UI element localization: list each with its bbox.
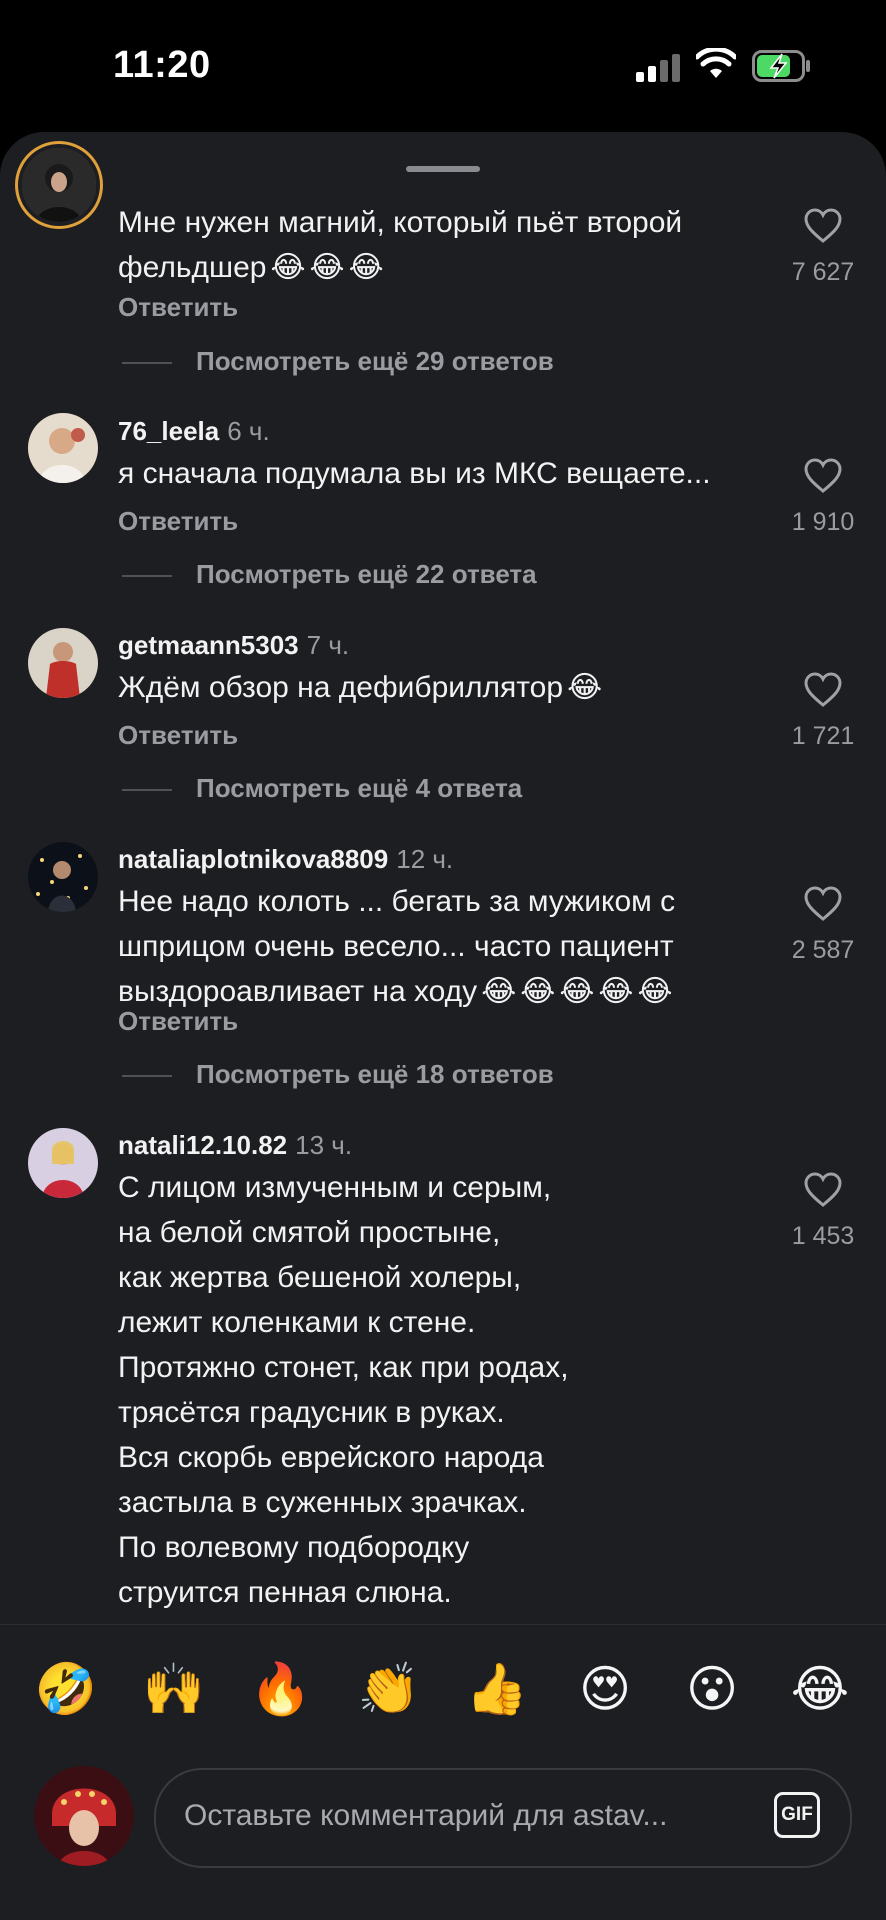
- comment-username[interactable]: nataliaplotnikova8809 12 ч.: [118, 844, 453, 875]
- battery-charging-icon: [752, 50, 810, 82]
- laughing-emoji-icon: 😂: [348, 251, 384, 284]
- reply-button[interactable]: Ответить: [118, 292, 238, 323]
- current-user-avatar: [34, 1766, 134, 1866]
- laughing-emoji-icon: 😂: [520, 975, 556, 1008]
- heart-outline-icon[interactable]: [804, 672, 842, 708]
- gif-icon[interactable]: GIF: [774, 1792, 820, 1838]
- sheet-grabber[interactable]: [406, 166, 480, 172]
- heart-outline-icon[interactable]: [804, 1172, 842, 1208]
- heart-outline-icon[interactable]: [804, 208, 842, 244]
- reaction-emoji-button[interactable]: 👍: [462, 1654, 532, 1724]
- reply-thread-line: [122, 575, 172, 578]
- reply-button[interactable]: Ответить: [118, 506, 238, 537]
- view-more-replies[interactable]: Посмотреть ещё 18 ответов: [122, 1059, 554, 1090]
- reaction-emoji-button[interactable]: 😮: [677, 1654, 747, 1724]
- status-time: 11:20: [113, 44, 211, 86]
- avatar[interactable]: [28, 628, 98, 698]
- reaction-emoji-button[interactable]: 👏: [354, 1654, 424, 1724]
- comment-input[interactable]: Оставьте комментарий для astav... GIF: [154, 1768, 852, 1868]
- reaction-emoji-button[interactable]: 😂: [785, 1654, 855, 1724]
- status-bar: 11:20: [0, 0, 886, 130]
- laughing-emoji-icon: 😂: [270, 251, 306, 284]
- view-more-replies[interactable]: Посмотреть ещё 29 ответов: [122, 346, 554, 377]
- like-count: 2 587: [791, 936, 855, 964]
- laughing-emoji-icon: 😂: [567, 671, 603, 704]
- comment-input-placeholder: Оставьте комментарий для astav...: [184, 1799, 668, 1832]
- avatar[interactable]: [22, 148, 96, 222]
- comment-composer: Оставьте комментарий для astav... GIF: [0, 1732, 886, 1902]
- comment-username[interactable]: getmaann5303 7 ч.: [118, 630, 349, 661]
- comments-sheet: Мне нужен магний, который пьёт второй фе…: [0, 132, 886, 1920]
- reaction-emoji-button[interactable]: 🔥: [246, 1654, 316, 1724]
- like-count: 1 910: [791, 508, 855, 536]
- quick-reactions-bar: 🤣 🙌 🔥 👏 👍 😍 😮 😂: [0, 1632, 886, 1742]
- laughing-emoji-icon: 😂: [481, 975, 517, 1008]
- like-count: 1 453: [791, 1222, 855, 1250]
- comment-text: Нее надо колоть ... бегать за мужиком с …: [118, 885, 676, 1008]
- like-count: 7 627: [791, 258, 855, 286]
- like-count: 1 721: [791, 722, 855, 750]
- laughing-emoji-icon: 😂: [559, 975, 595, 1008]
- laughing-emoji-icon: 😂: [309, 251, 345, 284]
- reaction-emoji-button[interactable]: 🙌: [139, 1654, 209, 1724]
- comment-text: я сначала подумала вы из МКС вещаете...: [118, 457, 711, 490]
- wifi-icon: [696, 48, 736, 78]
- heart-outline-icon[interactable]: [804, 886, 842, 922]
- view-more-replies[interactable]: Посмотреть ещё 22 ответа: [122, 559, 537, 590]
- laughing-emoji-icon: 😂: [598, 975, 634, 1008]
- avatar[interactable]: [28, 413, 98, 483]
- reaction-emoji-button[interactable]: 🤣: [31, 1654, 101, 1724]
- divider: [0, 1624, 886, 1625]
- comment-username[interactable]: natali12.10.82 13 ч.: [118, 1130, 352, 1161]
- view-more-replies[interactable]: Посмотреть ещё 4 ответа: [122, 773, 522, 804]
- avatar[interactable]: [28, 842, 98, 912]
- avatar[interactable]: [28, 1128, 98, 1198]
- reply-button[interactable]: Ответить: [118, 720, 238, 751]
- heart-outline-icon[interactable]: [804, 458, 842, 494]
- reply-button[interactable]: Ответить: [118, 1006, 238, 1037]
- reply-thread-line: [122, 1075, 172, 1078]
- laughing-emoji-icon: 😂: [637, 975, 673, 1008]
- cellular-signal-icon: [636, 54, 680, 82]
- comment-text: Мне нужен магний, который пьёт второй фе…: [118, 206, 683, 284]
- comment-username[interactable]: 76_leela 6 ч.: [118, 416, 270, 447]
- comments-list[interactable]: Мне нужен магний, который пьёт второй фе…: [0, 132, 886, 1622]
- reply-thread-line: [122, 789, 172, 792]
- reaction-emoji-button[interactable]: 😍: [570, 1654, 640, 1724]
- comment-text: С лицом измученным и серым, на белой смя…: [118, 1171, 569, 1609]
- reply-thread-line: [122, 362, 172, 365]
- comment-text: Ждём обзор на дефибриллятор 😂: [118, 671, 603, 704]
